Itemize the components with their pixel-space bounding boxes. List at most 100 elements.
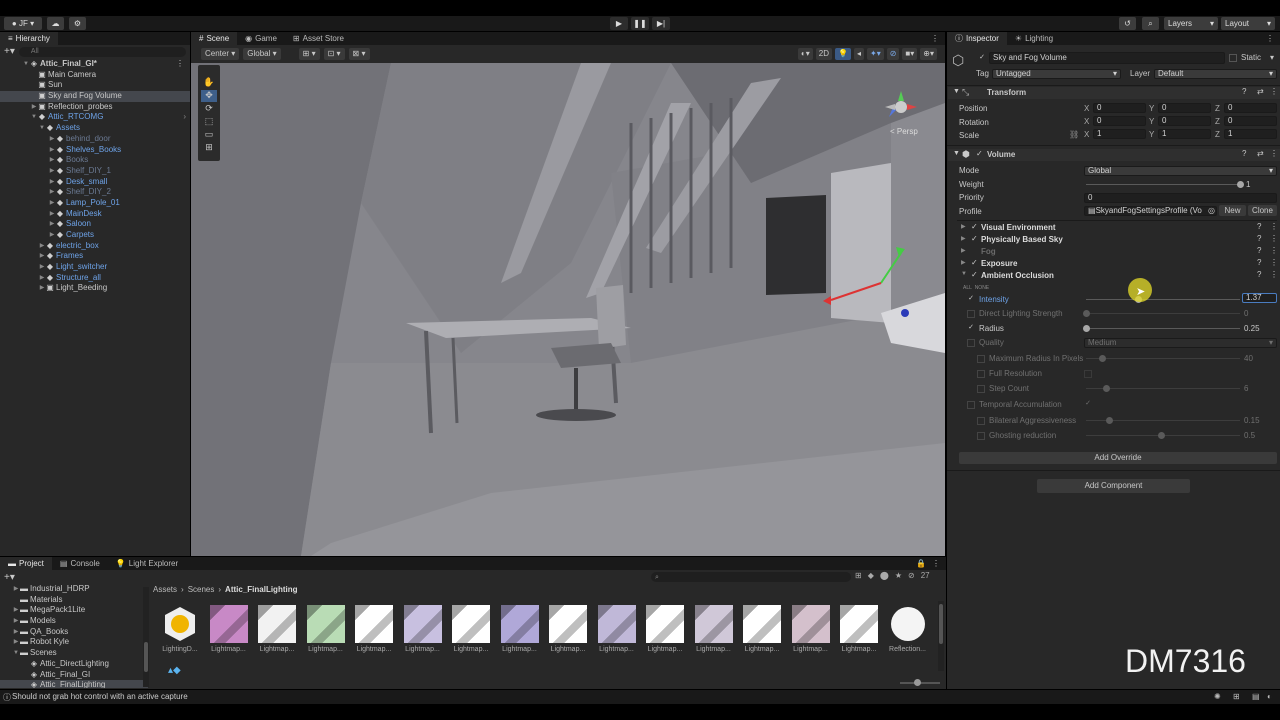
lightmap-asset-thumbnail[interactable] — [355, 605, 393, 643]
lightmap-asset-thumbnail[interactable] — [840, 605, 878, 643]
quality-override-checkbox[interactable] — [967, 339, 975, 347]
tree-item[interactable]: ▣ Sun — [0, 80, 190, 91]
lighting-data-asset-icon[interactable] — [161, 605, 199, 643]
override-exposure[interactable]: ▶ ✓ Exposure? ⋮ — [957, 258, 1278, 270]
snap-increment-button[interactable]: ⊡ ▾ — [323, 48, 345, 60]
menu-icon[interactable]: ⋮ — [1270, 270, 1278, 279]
weight-slider[interactable] — [1086, 184, 1240, 185]
direct-lighting-slider[interactable] — [1086, 313, 1240, 314]
all-none-toggle[interactable]: ALL NONE — [963, 285, 989, 291]
direct-lighting-value[interactable]: 0 — [1244, 309, 1248, 318]
draw-mode-button[interactable]: ◐▾ — [797, 48, 813, 60]
tag-dropdown[interactable]: Untagged ▾ — [992, 69, 1121, 79]
tab-project[interactable]: ▬ Project — [0, 557, 52, 570]
debug-icon[interactable]: ✺ — [1214, 692, 1221, 701]
layout-dropdown[interactable]: Layout ▾ — [1221, 17, 1275, 30]
rotation-x-axis-label[interactable]: X — [1084, 117, 1089, 126]
position-z-field[interactable]: 0 — [1224, 103, 1277, 113]
project-search-input[interactable]: ⌕ — [651, 572, 851, 582]
bilateral-knob[interactable] — [1106, 417, 1113, 424]
tree-item[interactable]: ▶ ◆ Desk_small — [0, 177, 190, 188]
lightmap-asset-thumbnail[interactable] — [306, 605, 345, 643]
hidden-packages-icon[interactable]: ⊘ — [908, 571, 915, 580]
cloud-icon[interactable]: ☁ — [47, 17, 64, 30]
scale-z-field[interactable]: 1 — [1224, 129, 1277, 139]
tree-item[interactable]: ▼ ◆ Attic_RTCOMG › — [0, 112, 190, 123]
zoom-slider-knob[interactable] — [914, 679, 921, 686]
max-radius-slider[interactable] — [1086, 358, 1240, 359]
mode-dropdown[interactable]: Global ▾ — [1084, 166, 1277, 176]
assets-scrollbar[interactable] — [938, 601, 944, 671]
clone-profile-button[interactable]: Clone — [1248, 205, 1277, 216]
rotation-z-axis-label[interactable]: Z — [1215, 117, 1220, 126]
reflection-probe-asset-icon[interactable] — [889, 605, 927, 643]
menu-icon[interactable]: ⋮ — [176, 59, 184, 70]
tree-item[interactable]: ▶ ◆ Lamp_Pole_01 — [0, 198, 190, 209]
help-icon[interactable]: ? — [1242, 149, 1246, 158]
toggle-2d-button[interactable]: 2D — [815, 48, 833, 60]
transform-header[interactable]: ▼ ⤡ Transform ? ⇄ ⋮ — [948, 87, 1280, 99]
menu-icon[interactable]: ⋮ — [1270, 234, 1278, 243]
lightmap-asset-thumbnail[interactable] — [403, 605, 442, 643]
rect-tool-icon[interactable]: ▭ — [201, 129, 217, 141]
weight-value[interactable]: 1 — [1246, 180, 1250, 189]
position-y-axis-label[interactable]: Y — [1149, 104, 1154, 113]
object-picker-icon[interactable]: ◎ — [1208, 206, 1215, 215]
step-count-value[interactable]: 6 — [1244, 384, 1248, 393]
lightmap-asset-thumbnail[interactable] — [500, 605, 539, 643]
override-fog[interactable]: ▶ Fog? ⋮ — [957, 246, 1278, 258]
menu-icon[interactable]: ⋮ — [1270, 149, 1278, 158]
folder-item[interactable]: ▬ Materials — [0, 595, 148, 606]
quality-dropdown[interactable]: Medium ▾ — [1084, 338, 1277, 348]
tree-item-selected[interactable]: ▣ Sky and Fog Volume — [0, 91, 190, 102]
folder-item[interactable]: ▶ ▬ QA_Books — [0, 627, 148, 638]
lightmap-asset-thumbnail[interactable] — [791, 605, 830, 643]
menu-icon[interactable]: ⋮ — [932, 559, 940, 568]
max-radius-knob[interactable] — [1099, 355, 1106, 362]
ghosting-knob[interactable] — [1158, 432, 1165, 439]
pause-button[interactable]: ❚❚ — [631, 17, 649, 30]
override-enabled-checkbox[interactable]: ✓ — [971, 222, 978, 231]
static-chevron-icon[interactable]: ▾ — [1270, 53, 1274, 62]
lightmap-asset-thumbnail[interactable] — [743, 605, 781, 643]
tab-console[interactable]: ▤ Console — [52, 557, 108, 570]
intensity-override-checkbox[interactable]: ✓ — [967, 295, 975, 303]
rotation-x-field[interactable]: 0 — [1093, 116, 1146, 126]
ghosting-value[interactable]: 0.5 — [1244, 431, 1255, 440]
pivot-dropdown[interactable]: Center ▾ — [201, 48, 240, 60]
link-icon[interactable]: ⛓ — [1069, 130, 1079, 139]
tree-item[interactable]: ▶ ◆ Light_switcher — [0, 262, 190, 273]
move-tool-icon[interactable]: ✥ — [201, 90, 217, 102]
full-resolution-checkbox[interactable] — [1084, 370, 1092, 378]
network-icon[interactable]: ⊞ — [1233, 692, 1240, 701]
menu-icon[interactable]: ⋮ — [1270, 258, 1278, 267]
audio-toggle-icon[interactable]: ◂ — [853, 48, 864, 60]
search-icon[interactable]: ⌕ — [1142, 17, 1159, 30]
rotation-y-axis-label[interactable]: Y — [1149, 117, 1154, 126]
tag-icon[interactable]: ⬤ — [880, 571, 889, 580]
tab-hierarchy[interactable]: ≡ Hierarchy — [0, 32, 58, 45]
tab-light-explorer[interactable]: 💡 Light Explorer — [108, 557, 186, 570]
radius-slider[interactable] — [1086, 328, 1240, 329]
tree-item[interactable]: ▶ ◆ Books — [0, 155, 190, 166]
scale-z-axis-label[interactable]: Z — [1215, 130, 1220, 139]
priority-field[interactable]: 0 — [1084, 193, 1277, 203]
scale-tool-icon[interactable]: ⬚ — [201, 116, 217, 128]
help-icon[interactable]: ? — [1257, 270, 1261, 279]
menu-icon[interactable]: ⋮ — [1270, 87, 1278, 96]
active-checkbox[interactable]: ✓ — [978, 54, 986, 62]
folder-item[interactable]: ▼ ▬ Scenes — [0, 648, 148, 659]
full-res-override-checkbox[interactable] — [977, 370, 985, 378]
tree-item[interactable]: ▶ ◆ MainDesk — [0, 209, 190, 220]
weight-slider-knob[interactable] — [1237, 181, 1244, 188]
tree-item[interactable]: ▶ ◆ Shelf_DIY_1 — [0, 166, 190, 177]
gizmos-icon[interactable]: ⊕▾ — [920, 48, 937, 60]
step-count-override-checkbox[interactable] — [977, 385, 985, 393]
lightmap-asset-thumbnail[interactable] — [452, 605, 490, 643]
hand-tool-icon[interactable]: ✋ — [201, 77, 217, 89]
add-icon[interactable]: +▾ — [4, 46, 15, 57]
position-y-field[interactable]: 0 — [1158, 103, 1211, 113]
menu-icon[interactable]: ⋮ — [931, 32, 939, 45]
profile-field[interactable]: ▤SkyandFogSettingsProfile (Vo — [1084, 206, 1217, 216]
play-button[interactable]: ▶ — [610, 17, 628, 30]
